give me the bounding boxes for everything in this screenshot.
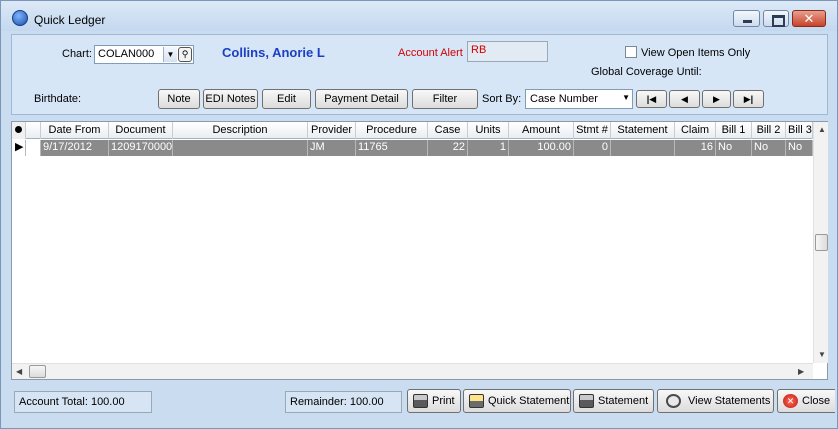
col-header-document[interactable]: Document: [109, 122, 173, 139]
sort-by-label: Sort By:: [482, 93, 522, 105]
col-header-description[interactable]: Description: [173, 122, 308, 139]
vertical-scroll-thumb[interactable]: [815, 234, 828, 251]
app-icon: [12, 10, 28, 26]
scroll-up-icon[interactable]: ▲: [818, 125, 826, 134]
view-statements-label: View Statements: [688, 395, 771, 407]
edi-notes-button[interactable]: EDI Notes: [203, 89, 258, 109]
minimize-button[interactable]: [733, 10, 760, 27]
statement-label: Statement: [598, 395, 649, 407]
ledger-grid[interactable]: Date From Document Description Provider …: [11, 121, 828, 380]
cell-case[interactable]: 22: [428, 140, 468, 156]
col-header-case[interactable]: Case: [428, 122, 468, 139]
cell-document[interactable]: 1209170000: [109, 140, 173, 156]
cell-statement[interactable]: [611, 140, 675, 156]
edit-button[interactable]: Edit: [262, 89, 311, 109]
chevron-down-icon: ▼: [622, 93, 630, 102]
quick-ledger-window: Quick Ledger ✕ Chart: COLAN000 ▼ ⚲ Colli…: [0, 0, 838, 429]
view-open-items-label[interactable]: View Open Items Only: [641, 47, 750, 59]
chart-value: COLAN000: [98, 48, 155, 60]
quick-statement-button[interactable]: Quick Statement: [463, 389, 571, 413]
account-alert-label: Account Alert: [398, 47, 463, 59]
account-total: Account Total: 100.00: [14, 391, 152, 413]
window-close-button[interactable]: ✕: [792, 10, 826, 27]
printer-icon: [413, 394, 428, 408]
cell-amount[interactable]: 100.00: [509, 140, 574, 156]
cell-bill3[interactable]: No: [786, 140, 813, 156]
chevron-down-icon[interactable]: ▼: [163, 47, 177, 62]
grid-header: Date From Document Description Provider …: [12, 122, 813, 139]
cell-units[interactable]: 1: [468, 140, 509, 156]
cell-bill1[interactable]: No: [716, 140, 752, 156]
close-label: Close: [802, 395, 831, 407]
print-button[interactable]: Print: [407, 389, 461, 413]
minimize-icon: [734, 11, 759, 26]
horizontal-scroll-thumb[interactable]: [29, 365, 46, 378]
payment-detail-button[interactable]: Payment Detail: [315, 89, 408, 109]
last-record-button[interactable]: ▶|: [733, 90, 764, 108]
col-header-amount[interactable]: Amount: [509, 122, 574, 139]
chart-label: Chart:: [62, 48, 92, 60]
col-header-bill3[interactable]: Bill 3: [786, 122, 813, 139]
cell-date-from[interactable]: 9/17/2012: [41, 140, 109, 156]
quick-statement-label: Quick Statement: [488, 395, 570, 407]
view-open-items-checkbox[interactable]: [625, 46, 637, 58]
cell-claim[interactable]: 16: [675, 140, 716, 156]
sort-by-value: Case Number: [530, 93, 598, 105]
col-header-date-from[interactable]: Date From: [41, 122, 109, 139]
search-icon[interactable]: ⚲: [178, 47, 192, 62]
vertical-scrollbar[interactable]: ▲ ▼: [813, 122, 828, 363]
col-header-claim[interactable]: Claim: [675, 122, 716, 139]
report-icon: [469, 394, 484, 408]
title-bar: Quick Ledger ✕: [1, 1, 837, 31]
col-header-bill2[interactable]: Bill 2: [752, 122, 786, 139]
remainder-total: Remainder: 100.00: [285, 391, 402, 413]
close-button[interactable]: ✕ Close: [777, 389, 835, 413]
cell-provider[interactable]: JM: [308, 140, 356, 156]
statement-button[interactable]: Statement: [573, 389, 654, 413]
col-header-stmt[interactable]: Stmt #: [574, 122, 611, 139]
horizontal-scrollbar[interactable]: ◀ ▶: [12, 363, 813, 379]
close-icon: ✕: [783, 394, 798, 408]
chart-combobox[interactable]: COLAN000 ▼ ⚲: [94, 45, 194, 64]
cell-stmt[interactable]: 0: [574, 140, 611, 156]
patient-name: Collins, Anorie L: [222, 45, 325, 60]
sort-by-select[interactable]: Case Number ▼: [525, 89, 633, 109]
col-header-statement[interactable]: Statement: [611, 122, 675, 139]
table-row[interactable]: ▶ 9/17/2012 1209170000 JM 11765 22 1 100…: [12, 140, 813, 156]
birthdate-label: Birthdate:: [34, 93, 82, 105]
col-header-provider[interactable]: Provider: [308, 122, 356, 139]
statement-printer-icon: [579, 394, 594, 408]
close-x-icon: ✕: [803, 11, 815, 26]
prev-record-button[interactable]: ◀: [669, 90, 700, 108]
account-alert-field: RB: [467, 41, 548, 62]
maximize-button[interactable]: [763, 10, 789, 27]
cell-description[interactable]: [173, 140, 308, 156]
filter-button[interactable]: Filter: [412, 89, 478, 109]
scroll-left-icon[interactable]: ◀: [16, 367, 22, 376]
next-record-button[interactable]: ▶: [702, 90, 731, 108]
cell-procedure[interactable]: 11765: [356, 140, 428, 156]
note-button[interactable]: Note: [158, 89, 200, 109]
col-header-bill1[interactable]: Bill 1: [716, 122, 752, 139]
print-label: Print: [432, 395, 455, 407]
current-row-arrow-icon: ▶: [12, 140, 26, 156]
first-record-button[interactable]: |◀: [636, 90, 667, 108]
record-selector-icon: [12, 122, 26, 139]
maximize-icon: [764, 11, 788, 27]
global-coverage-label: Global Coverage Until:: [591, 66, 702, 78]
grid-header-blank: [26, 122, 41, 139]
col-header-units[interactable]: Units: [468, 122, 509, 139]
magnifier-icon: [666, 394, 681, 408]
row-selector[interactable]: [26, 140, 41, 156]
window-title: Quick Ledger: [34, 13, 106, 27]
cell-bill2[interactable]: No: [752, 140, 786, 156]
scroll-down-icon[interactable]: ▼: [818, 350, 826, 359]
col-header-procedure[interactable]: Procedure: [356, 122, 428, 139]
scroll-right-icon[interactable]: ▶: [798, 367, 804, 376]
view-statements-button[interactable]: View Statements: [657, 389, 774, 413]
